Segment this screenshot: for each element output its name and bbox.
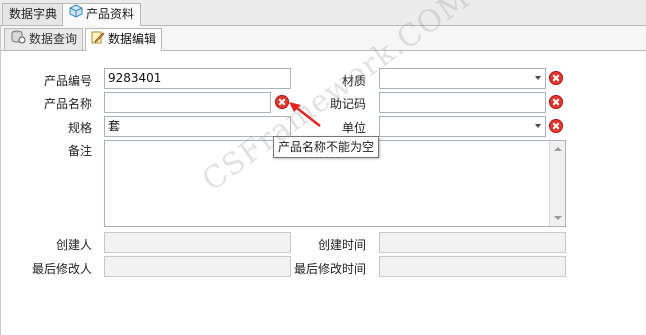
product-code-input[interactable]: 9283401: [104, 68, 291, 89]
modified-time-field: [379, 256, 566, 277]
spec-input[interactable]: 套: [104, 116, 291, 137]
unit-error-icon: [549, 119, 563, 133]
tab-product-info[interactable]: 产品资料: [62, 3, 142, 26]
database-icon: [10, 30, 26, 50]
product-code-label: 产品编号: [43, 74, 92, 88]
created-time-field: [379, 232, 566, 253]
spec-label: 规格: [67, 121, 92, 135]
remark-label: 备注: [67, 144, 92, 158]
tab-data-dictionary[interactable]: 数据字典: [2, 3, 65, 25]
validation-tooltip: 产品名称不能为空: [273, 136, 380, 158]
tab-label: 数据查询: [29, 32, 78, 46]
pointer-arrow-icon: [289, 102, 321, 127]
remark-scrollbar[interactable]: [549, 141, 565, 226]
product-name-input[interactable]: [104, 92, 271, 113]
tab-label: 数据编辑: [108, 32, 157, 46]
mnemonic-error-icon: [549, 95, 563, 109]
chevron-down-icon[interactable]: [535, 76, 541, 80]
material-error-icon: [549, 71, 563, 85]
scroll-up-icon[interactable]: [554, 147, 562, 151]
product-name-label: 产品名称: [43, 97, 92, 111]
scroll-down-icon[interactable]: [554, 216, 562, 220]
created-by-label: 创建人: [55, 238, 92, 252]
created-time-label: 创建时间: [317, 238, 366, 252]
material-combo[interactable]: [379, 68, 546, 89]
edit-icon: [91, 30, 105, 50]
material-label: 材质: [341, 74, 366, 88]
inner-tab-bar: 数据查询 数据编辑: [1, 26, 646, 51]
tab-label: 产品资料: [86, 7, 135, 21]
tab-data-query[interactable]: 数据查询: [4, 28, 84, 50]
tab-data-edit[interactable]: 数据编辑: [85, 28, 163, 51]
chevron-down-icon[interactable]: [535, 124, 541, 128]
modified-by-field: [104, 256, 291, 277]
unit-combo[interactable]: [379, 116, 546, 137]
outer-tab-bar: 数据字典 产品资料: [0, 0, 646, 26]
cube-icon: [69, 4, 83, 25]
tab-label: 数据字典: [9, 7, 58, 21]
mnemonic-input[interactable]: [379, 92, 546, 113]
created-by-field: [104, 232, 291, 253]
modified-by-label: 最后修改人: [31, 262, 92, 276]
